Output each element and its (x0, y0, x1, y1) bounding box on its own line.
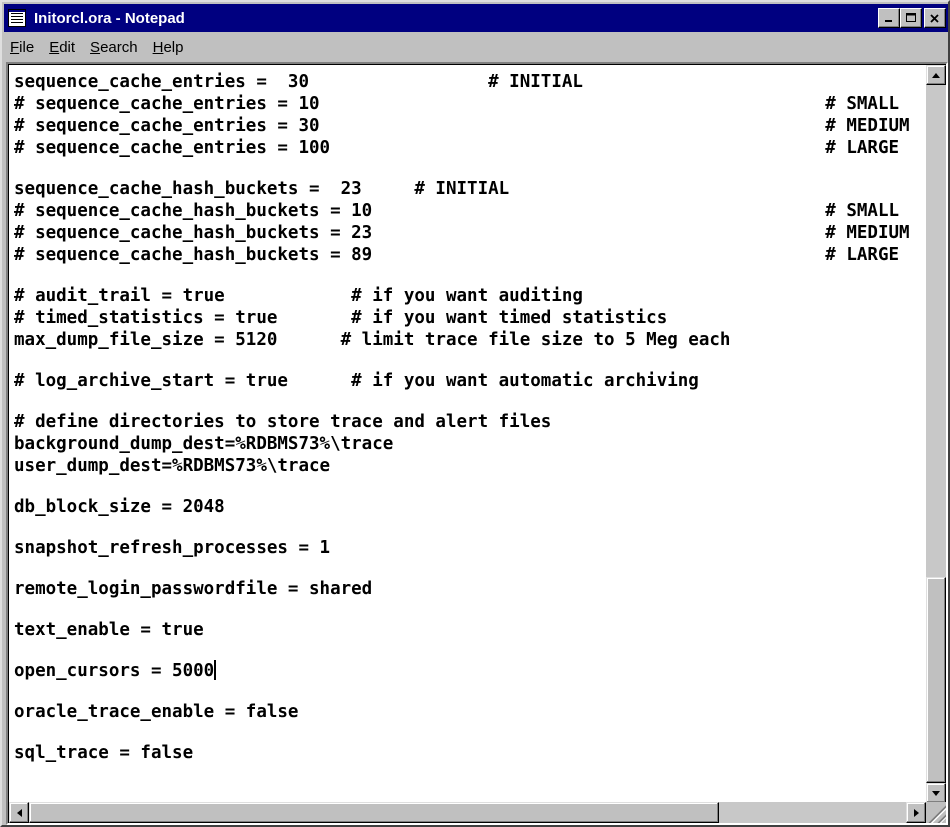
scroll-left-button[interactable] (9, 802, 29, 823)
editor-frame: sequence_cache_entries = 30 # INITIAL # s… (6, 62, 948, 825)
menu-item-help[interactable]: Help (147, 37, 193, 58)
text-line-content: db_block_size = 2048 (14, 497, 225, 517)
maximize-icon (905, 13, 916, 22)
text-line-content: text_enable = true (14, 620, 204, 640)
menu-item-file[interactable]: File (4, 37, 43, 58)
text-line (14, 159, 926, 178)
menu-bar: File Edit Search Help (4, 34, 948, 60)
text-line: snapshot_refresh_processes = 1 (14, 537, 926, 559)
text-line: user_dump_dest=%RDBMS73%\trace (14, 455, 926, 477)
text-line-content: # sequence_cache_hash_buckets = 23 # MED… (14, 223, 910, 243)
close-button[interactable] (924, 8, 946, 28)
text-line: max_dump_file_size = 5120 # limit trace … (14, 329, 926, 351)
text-line (14, 266, 926, 285)
menu-item-search[interactable]: Search (84, 37, 147, 58)
text-line-content: remote_login_passwordfile = shared (14, 579, 373, 599)
text-line (14, 518, 926, 537)
minimize-icon (885, 20, 892, 22)
menu-label-rest: ile (19, 38, 35, 56)
text-line: text_enable = true (14, 619, 926, 641)
size-grip[interactable] (926, 802, 946, 823)
title-bar[interactable]: Initorcl.ora - Notepad (4, 4, 948, 32)
text-line (14, 723, 926, 742)
menu-accelerator: S (90, 38, 101, 56)
vertical-scroll-thumb[interactable] (926, 577, 946, 783)
arrow-left-icon (16, 808, 22, 817)
scroll-down-button[interactable] (926, 783, 946, 803)
text-line: # sequence_cache_entries = 30 # MEDIUM (14, 115, 926, 137)
text-line (14, 477, 926, 496)
text-line-content: max_dump_file_size = 5120 # limit trace … (14, 330, 731, 350)
horizontal-scrollbar[interactable] (9, 802, 926, 823)
text-line-content: # sequence_cache_entries = 100 # LARGE (14, 138, 900, 158)
window-title: Initorcl.ora - Notepad (34, 9, 185, 27)
text-line (14, 559, 926, 578)
text-line: # sequence_cache_entries = 10 # SMALL (14, 93, 926, 115)
text-line (14, 682, 926, 701)
menu-label-rest: earch (100, 38, 138, 56)
text-line: sql_trace = false (14, 742, 926, 764)
window-controls (878, 8, 946, 28)
text-line-content: # timed_statistics = true # if you want … (14, 308, 668, 328)
text-line: background_dump_dest=%RDBMS73%\trace (14, 433, 926, 455)
text-line: # sequence_cache_hash_buckets = 23 # MED… (14, 222, 926, 244)
maximize-button[interactable] (900, 8, 922, 28)
text-line: # sequence_cache_hash_buckets = 10 # SMA… (14, 200, 926, 222)
scroll-up-button[interactable] (926, 65, 946, 85)
text-line-content: snapshot_refresh_processes = 1 (14, 538, 331, 558)
text-line (14, 641, 926, 660)
text-line: # define directories to store trace and … (14, 411, 926, 433)
text-line-content: # sequence_cache_hash_buckets = 89 # LAR… (14, 245, 900, 265)
text-line-content: sequence_cache_entries = 30 # INITIAL (14, 72, 583, 92)
close-icon (930, 13, 939, 23)
text-line: sequence_cache_entries = 30 # INITIAL (14, 71, 926, 93)
text-line: sequence_cache_hash_buckets = 23 # INITI… (14, 178, 926, 200)
text-area[interactable]: sequence_cache_entries = 30 # INITIAL # s… (9, 65, 926, 803)
text-line: # timed_statistics = true # if you want … (14, 307, 926, 329)
text-line-content: open_cursors = 5000 (14, 661, 215, 681)
menu-item-edit[interactable]: Edit (43, 37, 84, 58)
editor: sequence_cache_entries = 30 # INITIAL # s… (8, 64, 946, 823)
minimize-button[interactable] (878, 8, 900, 28)
arrow-up-icon (932, 72, 940, 78)
text-cursor (214, 660, 217, 680)
text-line (14, 392, 926, 411)
text-line: remote_login_passwordfile = shared (14, 578, 926, 600)
menu-label-rest: dit (59, 38, 76, 56)
text-line: db_block_size = 2048 (14, 496, 926, 518)
arrow-right-icon (913, 808, 919, 817)
text-line-content: # define directories to store trace and … (14, 412, 552, 432)
text-line-content: # audit_trail = true # if you want audit… (14, 286, 583, 306)
menu-accelerator: F (10, 38, 20, 56)
text-line: # audit_trail = true # if you want audit… (14, 285, 926, 307)
text-line-content: # sequence_cache_entries = 30 # MEDIUM (14, 116, 910, 136)
text-line-content: # sequence_cache_hash_buckets = 10 # SMA… (14, 201, 900, 221)
text-line-content: oracle_trace_enable = false (14, 702, 299, 722)
text-line-content: sql_trace = false (14, 743, 194, 763)
text-line: # sequence_cache_hash_buckets = 89 # LAR… (14, 244, 926, 266)
text-line-content: background_dump_dest=%RDBMS73%\trace (14, 434, 394, 454)
scroll-right-button[interactable] (906, 802, 926, 823)
menu-label-rest: elp (163, 38, 184, 56)
text-line: oracle_trace_enable = false (14, 701, 926, 723)
notepad-icon[interactable] (8, 9, 26, 27)
notepad-window: Initorcl.ora - Notepad File Edit Search Hel… (0, 0, 950, 827)
menu-accelerator: H (152, 38, 164, 56)
horizontal-scroll-thumb[interactable] (29, 802, 719, 823)
text-line: open_cursors = 5000 (14, 660, 926, 682)
text-line (14, 351, 926, 370)
text-line-content: user_dump_dest=%RDBMS73%\trace (14, 456, 331, 476)
text-line-content: # log_archive_start = true # if you want… (14, 371, 699, 391)
arrow-down-icon (932, 790, 940, 796)
text-line-content: # sequence_cache_entries = 10 # SMALL (14, 94, 900, 114)
vertical-scrollbar[interactable] (926, 65, 946, 803)
text-line-content: sequence_cache_hash_buckets = 23 # INITI… (14, 179, 510, 199)
text-line (14, 600, 926, 619)
text-line: # sequence_cache_entries = 100 # LARGE (14, 137, 926, 159)
text-line: # log_archive_start = true # if you want… (14, 370, 926, 392)
menu-accelerator: E (49, 38, 60, 56)
